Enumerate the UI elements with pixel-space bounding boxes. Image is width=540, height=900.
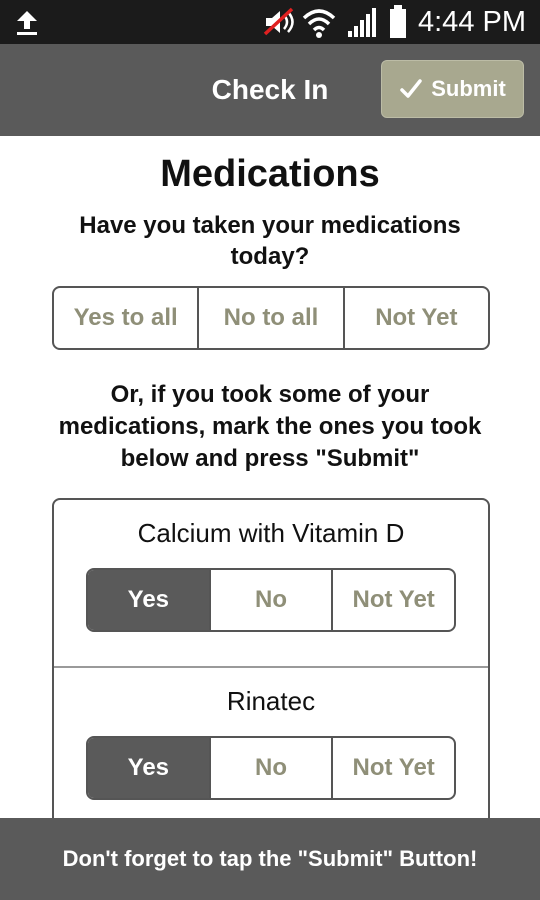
medication-no-button[interactable]: No xyxy=(211,738,334,798)
medication-yes-button[interactable]: Yes xyxy=(88,738,211,798)
battery-icon xyxy=(390,5,406,38)
submit-label: Submit xyxy=(431,76,506,101)
bulk-answer-segmented-control: Yes to all No to all Not Yet xyxy=(52,286,490,350)
medication-answer-control: Yes No Not Yet xyxy=(86,568,456,632)
no-to-all-button[interactable]: No to all xyxy=(199,288,345,348)
check-icon xyxy=(400,79,422,98)
medication-name: Rinatec xyxy=(226,686,316,716)
yes-to-all-button[interactable]: Yes to all xyxy=(54,288,200,348)
wifi-icon xyxy=(302,9,336,38)
page-title: Check In xyxy=(211,74,329,105)
signal-icon xyxy=(348,8,376,37)
medication-not-yet-button[interactable]: Not Yet xyxy=(333,738,454,798)
mute-icon xyxy=(263,7,294,36)
action-bar: Check In Submit xyxy=(0,44,540,136)
instructions-text: Or, if you took some of your medications… xyxy=(58,381,482,472)
medication-answer-control: Yes No Not Yet xyxy=(86,736,456,800)
medication-name: Calcium with Vitamin D xyxy=(137,518,405,548)
medication-item: Calcium with Vitamin D Yes No Not Yet xyxy=(54,500,488,668)
medication-item: Rinatec Yes No Not Yet xyxy=(54,668,488,826)
submit-button[interactable]: Submit xyxy=(381,60,524,118)
section-heading: Medications xyxy=(160,153,380,195)
medication-list: Calcium with Vitamin D Yes No Not Yet Ri… xyxy=(52,498,490,828)
upload-icon xyxy=(17,11,37,35)
not-yet-all-button[interactable]: Not Yet xyxy=(345,288,488,348)
status-time: 4:44 PM xyxy=(418,6,526,38)
question-text: Have you taken your medications today? xyxy=(79,212,461,270)
medication-yes-button[interactable]: Yes xyxy=(88,570,211,630)
medication-not-yet-button[interactable]: Not Yet xyxy=(333,570,454,630)
content: Medications Have you taken your medicati… xyxy=(0,136,540,828)
status-icons xyxy=(263,5,406,38)
medication-no-button[interactable]: No xyxy=(211,570,334,630)
footer-reminder: Don't forget to tap the "Submit" Button! xyxy=(0,818,540,900)
status-bar: 4:44 PM xyxy=(0,0,540,44)
